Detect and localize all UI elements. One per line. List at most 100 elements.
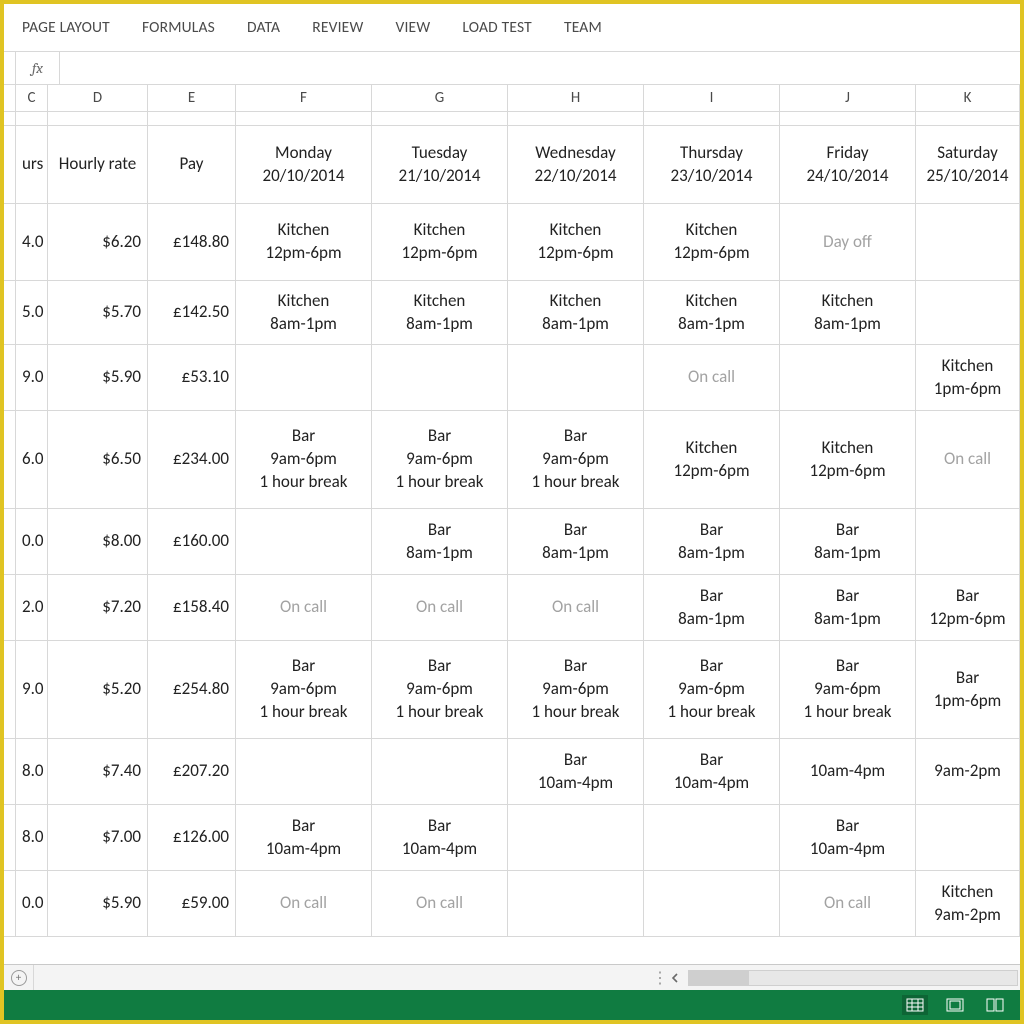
cell[interactable] [236, 739, 372, 804]
cell[interactable] [236, 509, 372, 574]
cell[interactable]: On call [780, 871, 916, 936]
cell[interactable]: £254.80 [148, 641, 236, 738]
ribbon-tab-team[interactable]: TEAM [564, 18, 602, 37]
cell[interactable] [508, 345, 644, 410]
cell[interactable]: $7.00 [48, 805, 148, 870]
fx-icon[interactable]: fx [16, 52, 60, 84]
cell[interactable]: Bar9am-6pm1 hour break [236, 411, 372, 508]
cell[interactable]: Bar10am-4pm [372, 805, 508, 870]
cell[interactable]: 8.0 [16, 739, 48, 804]
cell[interactable]: Bar12pm-6pm [916, 575, 1020, 640]
col-header-i[interactable]: I [644, 85, 780, 111]
view-normal-button[interactable] [902, 995, 928, 1015]
col-header-f[interactable]: F [236, 85, 372, 111]
scroll-left-button[interactable] [666, 969, 684, 987]
cell[interactable]: 9.0 [16, 345, 48, 410]
cell[interactable]: Bar9am-6pm1 hour break [644, 641, 780, 738]
cell[interactable]: $7.40 [48, 739, 148, 804]
view-page-break-button[interactable] [982, 995, 1008, 1015]
header-friday[interactable]: Friday24/10/2014 [780, 126, 916, 203]
header-hourly-rate[interactable]: Hourly rate [48, 126, 148, 203]
cell[interactable]: £207.20 [148, 739, 236, 804]
col-header-h[interactable]: H [508, 85, 644, 111]
ribbon-tab-view[interactable]: VIEW [395, 18, 430, 37]
cell[interactable]: Bar10am-4pm [644, 739, 780, 804]
col-header-e[interactable]: E [148, 85, 236, 111]
cell[interactable] [916, 509, 1020, 574]
cell[interactable]: On call [916, 411, 1020, 508]
cell[interactable]: $7.20 [48, 575, 148, 640]
cell[interactable]: Bar8am-1pm [372, 509, 508, 574]
cell[interactable]: $5.90 [48, 871, 148, 936]
cell[interactable] [236, 345, 372, 410]
cell[interactable]: Bar8am-1pm [780, 509, 916, 574]
cell[interactable]: 9am-2pm [916, 739, 1020, 804]
cell[interactable] [644, 805, 780, 870]
cell[interactable]: $5.70 [48, 281, 148, 344]
col-header-c[interactable]: C [16, 85, 48, 111]
cell[interactable]: Kitchen12pm-6pm [372, 204, 508, 280]
cell[interactable]: 6.0 [16, 411, 48, 508]
scrollbar-thumb[interactable] [689, 971, 749, 985]
cell[interactable]: $6.50 [48, 411, 148, 508]
cell[interactable]: Bar9am-6pm1 hour break [508, 641, 644, 738]
cell[interactable]: 0.0 [16, 871, 48, 936]
col-header-k[interactable]: K [916, 85, 1020, 111]
cell[interactable]: Kitchen12pm-6pm [508, 204, 644, 280]
cell[interactable]: Kitchen12pm-6pm [236, 204, 372, 280]
cell[interactable]: Bar9am-6pm1 hour break [372, 411, 508, 508]
cell[interactable]: Kitchen8am-1pm [372, 281, 508, 344]
cell[interactable]: £158.40 [148, 575, 236, 640]
cell[interactable]: £148.80 [148, 204, 236, 280]
cell[interactable]: Kitchen12pm-6pm [644, 411, 780, 508]
cell[interactable]: $5.20 [48, 641, 148, 738]
header-thursday[interactable]: Thursday23/10/2014 [644, 126, 780, 203]
cell[interactable]: Bar9am-6pm1 hour break [236, 641, 372, 738]
cell[interactable]: 0.0 [16, 509, 48, 574]
ribbon-tab-formulas[interactable]: FORMULAS [142, 18, 215, 37]
cell[interactable]: Kitchen8am-1pm [508, 281, 644, 344]
cell[interactable]: Bar8am-1pm [780, 575, 916, 640]
cell[interactable]: Bar10am-4pm [236, 805, 372, 870]
cell[interactable]: Kitchen12pm-6pm [780, 411, 916, 508]
col-header-d[interactable]: D [48, 85, 148, 111]
cell[interactable]: Bar9am-6pm1 hour break [780, 641, 916, 738]
cell[interactable]: On call [372, 871, 508, 936]
cell[interactable]: £53.10 [148, 345, 236, 410]
cell[interactable] [644, 871, 780, 936]
cell[interactable]: Kitchen8am-1pm [236, 281, 372, 344]
cell[interactable]: $8.00 [48, 509, 148, 574]
cell[interactable]: On call [644, 345, 780, 410]
ribbon-tab-review[interactable]: REVIEW [312, 18, 363, 37]
cell[interactable]: Bar8am-1pm [508, 509, 644, 574]
cell[interactable]: $6.20 [48, 204, 148, 280]
formula-input[interactable] [60, 52, 1020, 84]
cell[interactable]: Bar9am-6pm1 hour break [372, 641, 508, 738]
cell[interactable]: Kitchen8am-1pm [780, 281, 916, 344]
cell[interactable]: Bar1pm-6pm [916, 641, 1020, 738]
name-box[interactable] [4, 52, 16, 84]
col-header-j[interactable]: J [780, 85, 916, 111]
col-header-g[interactable]: G [372, 85, 508, 111]
cell[interactable]: Bar8am-1pm [644, 575, 780, 640]
cell[interactable] [508, 805, 644, 870]
cell[interactable] [916, 281, 1020, 344]
cell[interactable]: £59.00 [148, 871, 236, 936]
horizontal-scrollbar[interactable] [688, 970, 1018, 986]
cell[interactable]: Kitchen1pm-6pm [916, 345, 1020, 410]
cell[interactable] [372, 739, 508, 804]
cell[interactable] [780, 345, 916, 410]
cell[interactable]: On call [372, 575, 508, 640]
cell[interactable]: $5.90 [48, 345, 148, 410]
cell[interactable]: Bar8am-1pm [644, 509, 780, 574]
cell[interactable]: 10am-4pm [780, 739, 916, 804]
header-wednesday[interactable]: Wednesday22/10/2014 [508, 126, 644, 203]
cell[interactable]: On call [508, 575, 644, 640]
cell[interactable]: Bar10am-4pm [780, 805, 916, 870]
cell[interactable]: Day off [780, 204, 916, 280]
cell[interactable]: £142.50 [148, 281, 236, 344]
spreadsheet-grid[interactable]: urs Hourly rate Pay Monday20/10/2014 Tue… [4, 112, 1020, 964]
header-monday[interactable]: Monday20/10/2014 [236, 126, 372, 203]
header-tuesday[interactable]: Tuesday21/10/2014 [372, 126, 508, 203]
add-sheet-button[interactable]: + [4, 965, 34, 990]
